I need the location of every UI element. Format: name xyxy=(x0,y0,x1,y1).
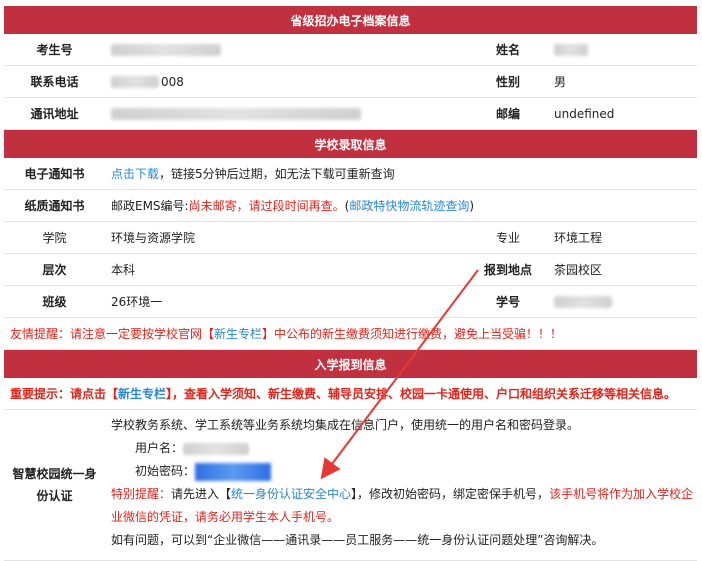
table-row: 重要提示：请点击【 新生专栏 】，查看入学须知、新生缴费、辅导员安排、校园一卡通使用… xyxy=(4,378,697,410)
info-table: 省级招办电子档案信息 考生号 姓名 联系电话 008 性别 男 通讯地址 邮编 … xyxy=(4,6,697,561)
student-no-label: 学号 xyxy=(495,295,520,309)
reminder-prefix: 友情提醒：请注意一定要按学校官网【 xyxy=(10,327,215,341)
address-value xyxy=(105,98,468,129)
sso-label-line2: 份认证 xyxy=(36,489,73,503)
redacted-value xyxy=(111,43,221,56)
special-prefix: 特别提醒： xyxy=(111,487,172,501)
exam-no-value xyxy=(105,34,468,65)
major-label: 专业 xyxy=(495,231,520,245)
sso-intro: 学校教务系统、学工系统等业务系统均集成在信息门户，使用统一的用户名和密码登录。 xyxy=(111,418,580,432)
report-label: 报到地点 xyxy=(483,263,532,277)
ems-status: 尚未邮寄，请过段时间再查。 xyxy=(188,199,345,213)
major-value: 环境工程 xyxy=(554,231,603,245)
table-row: 通讯地址 邮编 undefined xyxy=(4,98,697,130)
special-red1: 该手机号将作为加入学校企 xyxy=(549,487,694,501)
redacted-password xyxy=(195,462,272,481)
table-row: 班级 26环境一 学号 xyxy=(4,286,697,318)
college-label: 学院 xyxy=(42,231,67,245)
level-label: 层次 xyxy=(42,263,67,277)
report-value: 茶园校区 xyxy=(554,263,603,277)
zip-label: 邮编 xyxy=(495,107,520,121)
redacted-value xyxy=(111,75,159,88)
important-suffix: 】，查看入学须知、新生缴费、辅导员安排、校园一卡通使用、户口和组织关系迁移等相关… xyxy=(166,387,677,401)
password-line: 初始密码： xyxy=(111,460,272,483)
username-label: 用户名： xyxy=(135,441,184,455)
class-label: 班级 xyxy=(42,295,67,309)
section-title: 学校录取信息 xyxy=(314,137,387,152)
table-row: 层次 本科 报到地点 茶园校区 xyxy=(4,254,697,286)
paper-notice-value: 邮政EMS编号: 尚未邮寄，请过段时间再查。(邮政特快物流轨迹查询) xyxy=(105,190,697,221)
table-row: 考生号 姓名 xyxy=(4,34,697,66)
redacted-value xyxy=(554,295,612,308)
phone-value: 008 xyxy=(105,66,468,97)
table-row: 纸质通知书 邮政EMS编号: 尚未邮寄，请过段时间再查。(邮政特快物流轨迹查询) xyxy=(4,190,697,222)
phone-label: 联系电话 xyxy=(30,75,79,89)
class-value: 26环境一 xyxy=(111,295,163,309)
password-label: 初始密码： xyxy=(135,464,196,478)
contact-line: 如有问题，可以到“企业微信——通讯录——员工服务——统一身份认证问题处理”咨询解… xyxy=(111,533,604,547)
important-link[interactable]: 新生专栏 xyxy=(118,385,166,402)
track-close: ) xyxy=(469,198,475,213)
name-label: 姓名 xyxy=(495,43,520,57)
redacted-value xyxy=(111,107,361,120)
student-no-value xyxy=(548,286,697,317)
download-link[interactable]: 点击下载 xyxy=(111,165,159,182)
section-title: 入学报到信息 xyxy=(314,357,387,372)
special-text1: 请先进入【 xyxy=(171,487,232,501)
table-row: 智慧校园统一身 份认证 学校教务系统、学工系统等业务系统均集成在信息门户，使用统… xyxy=(4,410,697,561)
track-link[interactable]: 邮政特快物流轨迹查询 xyxy=(349,197,469,214)
redacted-value xyxy=(183,442,250,455)
sso-label-line1: 智慧校园统一身 xyxy=(12,467,97,481)
table-row: 友情提醒：请注意一定要按学校官网【 新生专栏 】中公布的新生缴费须知进行缴费，避免上… xyxy=(4,318,697,350)
important-prefix: 重要提示：请点击【 xyxy=(10,387,119,401)
reminder-link[interactable]: 新生专栏 xyxy=(214,325,262,342)
important-notice: 重要提示：请点击【 新生专栏 】，查看入学须知、新生缴费、辅导员安排、校园一卡通使用… xyxy=(4,378,697,409)
gender-label: 性别 xyxy=(495,75,520,89)
section-header-enrollment: 入学报到信息 xyxy=(4,350,697,378)
zip-value: undefined xyxy=(554,106,615,121)
level-value: 本科 xyxy=(111,263,136,277)
e-notice-label: 电子通知书 xyxy=(24,167,85,181)
special-text2: 】，修改初始密码，绑定密保手机号， xyxy=(351,487,550,501)
ems-prefix: 邮政EMS编号: xyxy=(111,199,189,213)
reminder-suffix: 】中公布的新生缴费须知进行缴费，避免上当受骗！！！ xyxy=(262,327,563,341)
section-title: 省级招办电子档案信息 xyxy=(290,13,411,28)
table-row: 联系电话 008 性别 男 xyxy=(4,66,697,98)
sso-label: 智慧校园统一身 份认证 xyxy=(4,410,105,560)
username-line: 用户名： xyxy=(111,437,250,460)
gender-value: 男 xyxy=(554,75,567,89)
section-header-provincial: 省级招办电子档案信息 xyxy=(4,6,697,34)
phone-tail: 008 xyxy=(161,74,184,89)
special-reminder-line2: 业微信的凭证，请务必用学生本人手机号。 xyxy=(111,510,340,524)
special-reminder-line1: 特别提醒：请先进入【统一身份认证安全中心】，修改初始密码，绑定密保手机号，该手机… xyxy=(111,483,693,506)
security-center-link[interactable]: 统一身份认证安全中心 xyxy=(231,487,351,501)
paper-notice-label: 纸质通知书 xyxy=(24,199,85,213)
address-label: 通讯地址 xyxy=(30,107,79,121)
table-row: 电子通知书 点击下载 ，链接5分钟后过期，如无法下载可重新查询 xyxy=(4,158,697,190)
sso-content: 学校教务系统、学工系统等业务系统均集成在信息门户，使用统一的用户名和密码登录。 … xyxy=(105,410,697,560)
exam-no-label: 考生号 xyxy=(36,43,73,57)
e-notice-text: ，链接5分钟后过期，如无法下载可重新查询 xyxy=(159,167,395,181)
redacted-value xyxy=(554,43,588,56)
section-header-admission: 学校录取信息 xyxy=(4,130,697,158)
e-notice-value: 点击下载 ，链接5分钟后过期，如无法下载可重新查询 xyxy=(105,158,697,189)
college-value: 环境与资源学院 xyxy=(111,231,196,245)
name-value xyxy=(548,34,697,65)
reminder: 友情提醒：请注意一定要按学校官网【 新生专栏 】中公布的新生缴费须知进行缴费，避免上… xyxy=(4,318,697,349)
table-row: 学院 环境与资源学院 专业 环境工程 xyxy=(4,222,697,254)
